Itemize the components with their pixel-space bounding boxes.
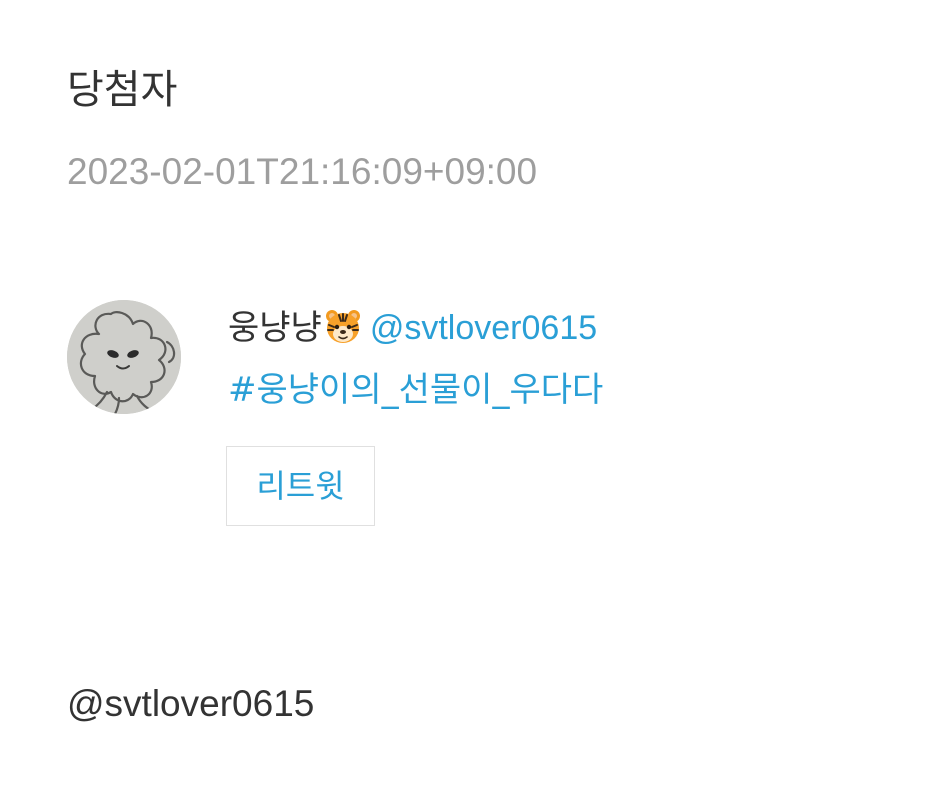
mention-link[interactable]: @svtlover0615 — [370, 309, 597, 347]
hashtag-link[interactable]: #웅냥이의_선물이_우다다 — [228, 368, 603, 412]
display-name: 웅냥냥 — [228, 308, 322, 348]
avatar[interactable] — [67, 300, 181, 414]
doodle-character-icon — [67, 300, 181, 414]
tiger-face-icon — [324, 307, 362, 345]
winner-heading: 당첨자 — [67, 67, 178, 113]
tweet-header: 웅냥냥 @svtlover0615 — [228, 306, 597, 350]
retweet-button[interactable]: 리트윗 — [226, 446, 375, 526]
post-timestamp: 2023-02-01T21:16:09+09:00 — [67, 151, 538, 192]
footer-handle: @svtlover0615 — [67, 683, 315, 724]
